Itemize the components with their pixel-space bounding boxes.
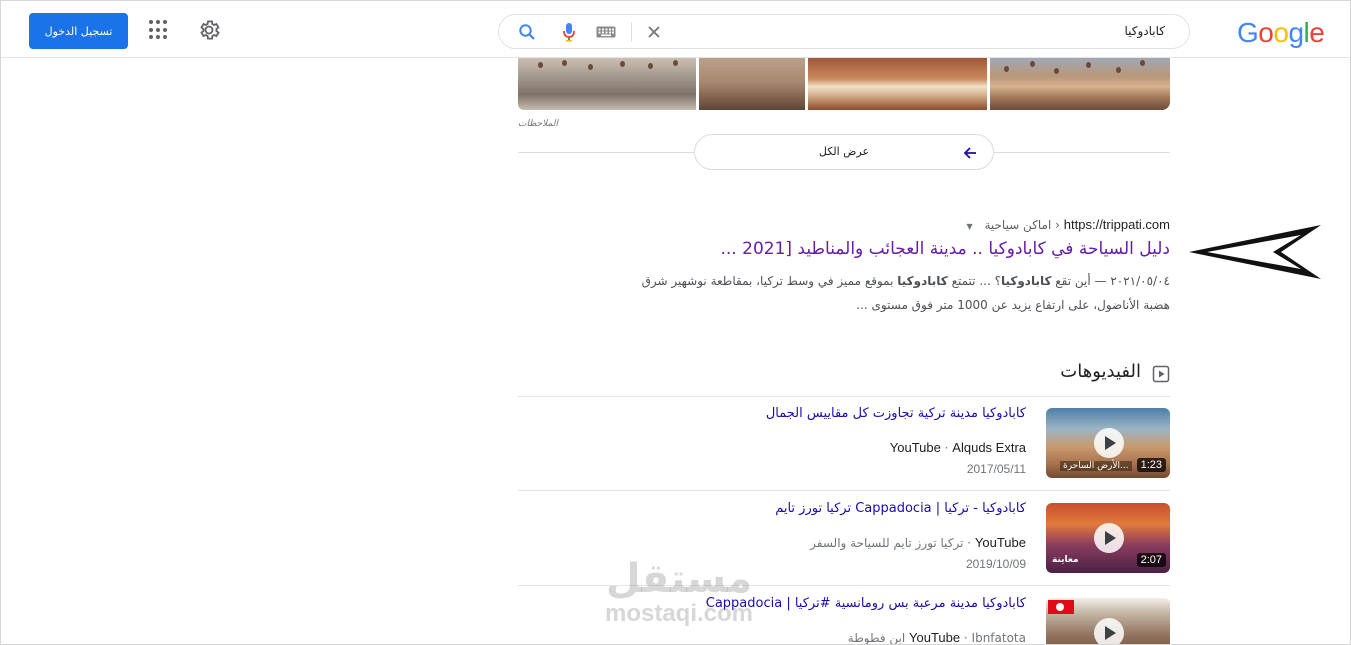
video-play-icon bbox=[1152, 365, 1170, 383]
video-meta: YouTube · Alquds Extra bbox=[889, 440, 1026, 455]
view-all-button[interactable]: عرض الكل bbox=[694, 134, 994, 170]
search-divider bbox=[631, 22, 632, 42]
thumbnail-caption: ...الأرض الساحرة bbox=[1060, 461, 1132, 471]
video-date: 2017/05/11 bbox=[966, 462, 1026, 476]
settings-gear-icon[interactable] bbox=[197, 18, 221, 42]
thumbnail-caption: معاينة bbox=[1052, 555, 1079, 565]
clear-icon[interactable] bbox=[643, 21, 665, 43]
apps-grid-icon[interactable] bbox=[149, 20, 169, 40]
videos-heading: الفيديوهات bbox=[1060, 361, 1141, 382]
search-input[interactable] bbox=[695, 24, 1165, 38]
video-title-link[interactable]: كابادوكيا مدينة تركية تجاوزت كل مقاييس ا… bbox=[556, 406, 1026, 421]
chevron-down-icon[interactable]: ▼ bbox=[966, 222, 972, 231]
video-duration: 1:23 bbox=[1136, 458, 1166, 472]
view-all-label: عرض الكل bbox=[818, 145, 870, 158]
video-title-link[interactable]: كابادوكيا - تركيا | Cappadocia تركيا تور… bbox=[556, 501, 1026, 516]
video-item[interactable]: ...الأرض الساحرة 1:23 كابادوكيا مدينة تر… bbox=[518, 396, 1170, 486]
play-icon bbox=[1094, 523, 1124, 553]
video-meta: YouTube · Ibnfatota ابن فطوطة bbox=[847, 630, 1026, 645]
result-snippet-line-2: هضبة الأناضول، على ارتفاع يزيد عن 1000 م… bbox=[856, 298, 1170, 312]
keyboard-icon[interactable] bbox=[595, 21, 617, 43]
result-citation[interactable]: ▼ اماكن سياحية › https://trippati.com bbox=[701, 217, 1170, 232]
play-icon bbox=[1094, 428, 1124, 458]
video-duration: 2:07 bbox=[1136, 553, 1166, 567]
images-notes-label[interactable]: الملاحظات bbox=[518, 119, 558, 129]
play-icon bbox=[1094, 618, 1124, 644]
image-result-1[interactable] bbox=[990, 58, 1170, 110]
image-result-2[interactable] bbox=[808, 58, 987, 110]
result-breadcrumb: اماكن سياحية bbox=[984, 218, 1052, 232]
watermark-logo: مستقل mostaqi.com bbox=[604, 556, 754, 627]
video-thumbnail[interactable]: ...الأرض الساحرة 1:23 bbox=[1046, 408, 1170, 478]
video-meta: YouTube · تركيا تورز تايم للسياحة والسفر bbox=[810, 535, 1026, 550]
google-logo[interactable]: Google bbox=[1237, 17, 1325, 49]
image-result-4[interactable] bbox=[518, 58, 696, 110]
microphone-icon[interactable] bbox=[558, 21, 580, 43]
video-thumbnail[interactable] bbox=[1046, 598, 1170, 644]
search-results-page: Google تسجيل الدخول bbox=[0, 0, 1351, 645]
result-date: ٢٠٢١/٠٥/٠٤ bbox=[1110, 274, 1170, 288]
turkey-flag-icon bbox=[1048, 600, 1074, 614]
result-title-link[interactable]: دليل السياحة في كابادوكيا .. مدينة العجا… bbox=[561, 239, 1171, 259]
search-box[interactable] bbox=[498, 14, 1190, 49]
video-thumbnail[interactable]: معاينة 2:07 bbox=[1046, 503, 1170, 573]
top-bar: Google تسجيل الدخول bbox=[1, 1, 1350, 58]
video-date: 2019/10/09 bbox=[965, 557, 1026, 571]
image-result-3[interactable] bbox=[699, 58, 805, 110]
result-snippet: ٢٠٢١/٠٥/٠٤ — أين تقع كابادوكيا؟ ... تتمت… bbox=[641, 274, 1170, 312]
search-icon[interactable] bbox=[516, 21, 538, 43]
sign-in-button[interactable]: تسجيل الدخول bbox=[29, 13, 128, 49]
arrow-left-icon bbox=[961, 144, 979, 162]
pointer-arrow-annotation bbox=[1189, 223, 1325, 281]
result-url: https://trippati.com bbox=[1063, 217, 1170, 232]
